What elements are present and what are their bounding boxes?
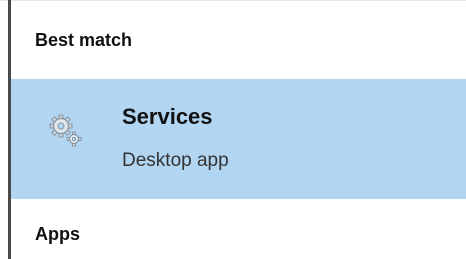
apps-heading: Apps <box>35 224 80 244</box>
top-divider <box>0 0 466 1</box>
services-gears-icon <box>47 112 85 150</box>
result-title: Services <box>122 104 213 129</box>
result-item-services[interactable]: Services Desktop app <box>11 79 466 199</box>
best-match-heading: Best match <box>35 30 133 50</box>
result-subtitle: Desktop app <box>122 150 229 171</box>
search-results-panel: Best match Services Desktop app Apps <box>0 0 466 259</box>
